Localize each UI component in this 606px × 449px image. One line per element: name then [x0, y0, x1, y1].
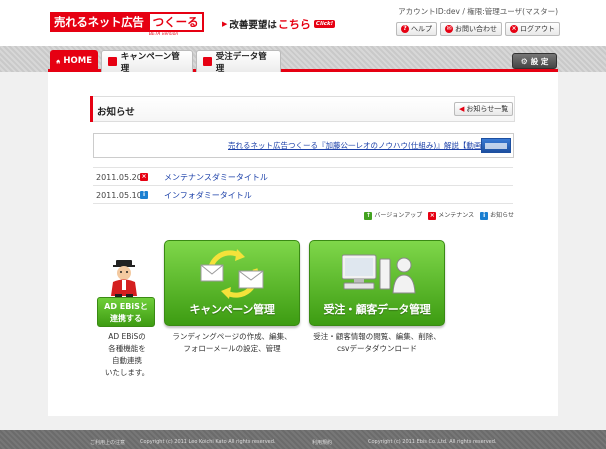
news-separator: [93, 167, 513, 168]
news-legend: ↑ バージョンアップ × メンテナンス i お知らせ: [364, 210, 514, 220]
ebis-description: AD EBiSの 各種機能を 自動連携 いたします。: [104, 332, 150, 377]
settings-label: 設 定: [530, 56, 549, 66]
mail-icon: ✉: [445, 25, 453, 33]
news-date: 2011.05.10: [96, 190, 142, 200]
footer-copyright-2: Copyright (c) 2011 Ebis Co.,Ltd. All rig…: [368, 439, 497, 445]
notice-list-button[interactable]: ◀ お知らせ一覧: [454, 102, 514, 116]
account-info: アカウントID:dev / 権限:管理ユーザ(マスター): [398, 7, 558, 16]
version-up-icon: ↑: [364, 212, 373, 220]
info-icon: i: [140, 191, 148, 199]
notice-title: お知らせ: [97, 107, 135, 118]
document-icon: [203, 57, 212, 66]
triangle-right-icon: ▶: [222, 20, 228, 28]
tab-home[interactable]: HOME: [50, 50, 98, 72]
logout-button[interactable]: × ログアウト: [505, 22, 560, 36]
campaign-button-label: キャンペーン管理: [189, 303, 275, 316]
question-icon: ?: [401, 25, 409, 33]
tab-order-label: 受注データ管理: [215, 51, 267, 74]
footer-copyright-1: Copyright (c) 2011 Leo Koichi Kato All r…: [140, 439, 276, 445]
news-date: 2011.05.20: [96, 172, 142, 182]
footer-notice-link[interactable]: ご利用上の注意: [90, 439, 125, 446]
news-title-link[interactable]: インフォダミータイトル: [164, 190, 252, 201]
news-separator: [93, 203, 513, 204]
news-separator: [93, 185, 513, 186]
notice-header: [90, 96, 515, 122]
news-item: 2011.05.20 × メンテナンスダミータイトル: [96, 170, 268, 184]
order-button-label: 受注・顧客データ管理: [323, 303, 431, 316]
logo-main-text: 売れるネット広告: [50, 12, 148, 32]
campaign-description: ランディングページの作成、編集、 フォローメールの設定、管理: [172, 332, 292, 353]
logo-sub-text: つくーる: [147, 12, 204, 32]
help-button[interactable]: ? ヘルプ: [396, 22, 437, 36]
tab-campaign-label: キャンペーン管理: [120, 51, 180, 74]
improve-prefix: 改善要望は: [229, 20, 277, 31]
legend-maintenance: × メンテナンス: [428, 212, 475, 220]
settings-button[interactable]: ⚙ 設 定: [512, 53, 557, 69]
video-banner-link[interactable]: 売れるネット広告つくーる『加藤公一レオのノウハウ(仕組み)』解説【動画】: [228, 140, 489, 151]
close-icon: ×: [510, 25, 518, 33]
tab-order-data[interactable]: 受注データ管理: [196, 50, 281, 74]
logout-label: ログアウト: [520, 25, 555, 33]
app-logo[interactable]: 売れるネット広告 つくーる: [50, 12, 204, 32]
video-thumbnail[interactable]: [481, 138, 511, 153]
computer-user-icon: [342, 254, 416, 294]
order-description: 受注・顧客情報の閲覧、編集、削除、 csvデータダウンロード: [313, 332, 441, 353]
utility-buttons: ? ヘルプ ✉ お問い合わせ × ログアウト: [396, 22, 560, 36]
logo-beta-label: BETA version: [149, 32, 179, 37]
notice-list-label: お知らせ一覧: [466, 105, 509, 113]
campaign-management-button[interactable]: キャンペーン管理: [164, 240, 300, 326]
legend-version-up: ↑ バージョンアップ: [364, 212, 423, 220]
maintenance-icon: ×: [140, 173, 148, 181]
footer-terms-link[interactable]: 利用規約: [312, 439, 332, 446]
arrow-left-icon: ◀: [459, 105, 465, 113]
ebis-link-button[interactable]: AD EBiSと 連携する: [97, 297, 155, 327]
maintenance-icon: ×: [428, 212, 437, 220]
news-item: 2011.05.10 i インフォダミータイトル: [96, 188, 252, 202]
news-title-link[interactable]: メンテナンスダミータイトル: [164, 172, 268, 183]
info-icon: i: [480, 212, 489, 220]
improve-link-text: こちら: [277, 18, 311, 31]
tab-home-label: HOME: [63, 56, 92, 66]
ebis-line1: AD EBiSと: [104, 302, 148, 311]
notice-header-accent: [90, 96, 93, 122]
order-customer-data-button[interactable]: 受注・顧客データ管理: [309, 240, 445, 326]
contact-label: お問い合わせ: [455, 25, 497, 33]
help-label: ヘルプ: [411, 25, 432, 33]
click-badge: Click!: [313, 20, 336, 28]
improvement-request-link[interactable]: ▶ 改善要望は こちら Click!: [222, 16, 336, 32]
home-icon: [56, 59, 61, 63]
gear-icon: ⚙: [520, 56, 528, 66]
tab-campaign[interactable]: キャンペーン管理: [101, 50, 193, 74]
ebis-line2: 連携する: [110, 314, 142, 323]
campaign-icon: [108, 57, 117, 66]
contact-button[interactable]: ✉ お問い合わせ: [440, 22, 502, 36]
campaign-mail-icon: [200, 249, 264, 299]
mascot-icon: [111, 260, 137, 297]
legend-info: i お知らせ: [480, 210, 514, 220]
